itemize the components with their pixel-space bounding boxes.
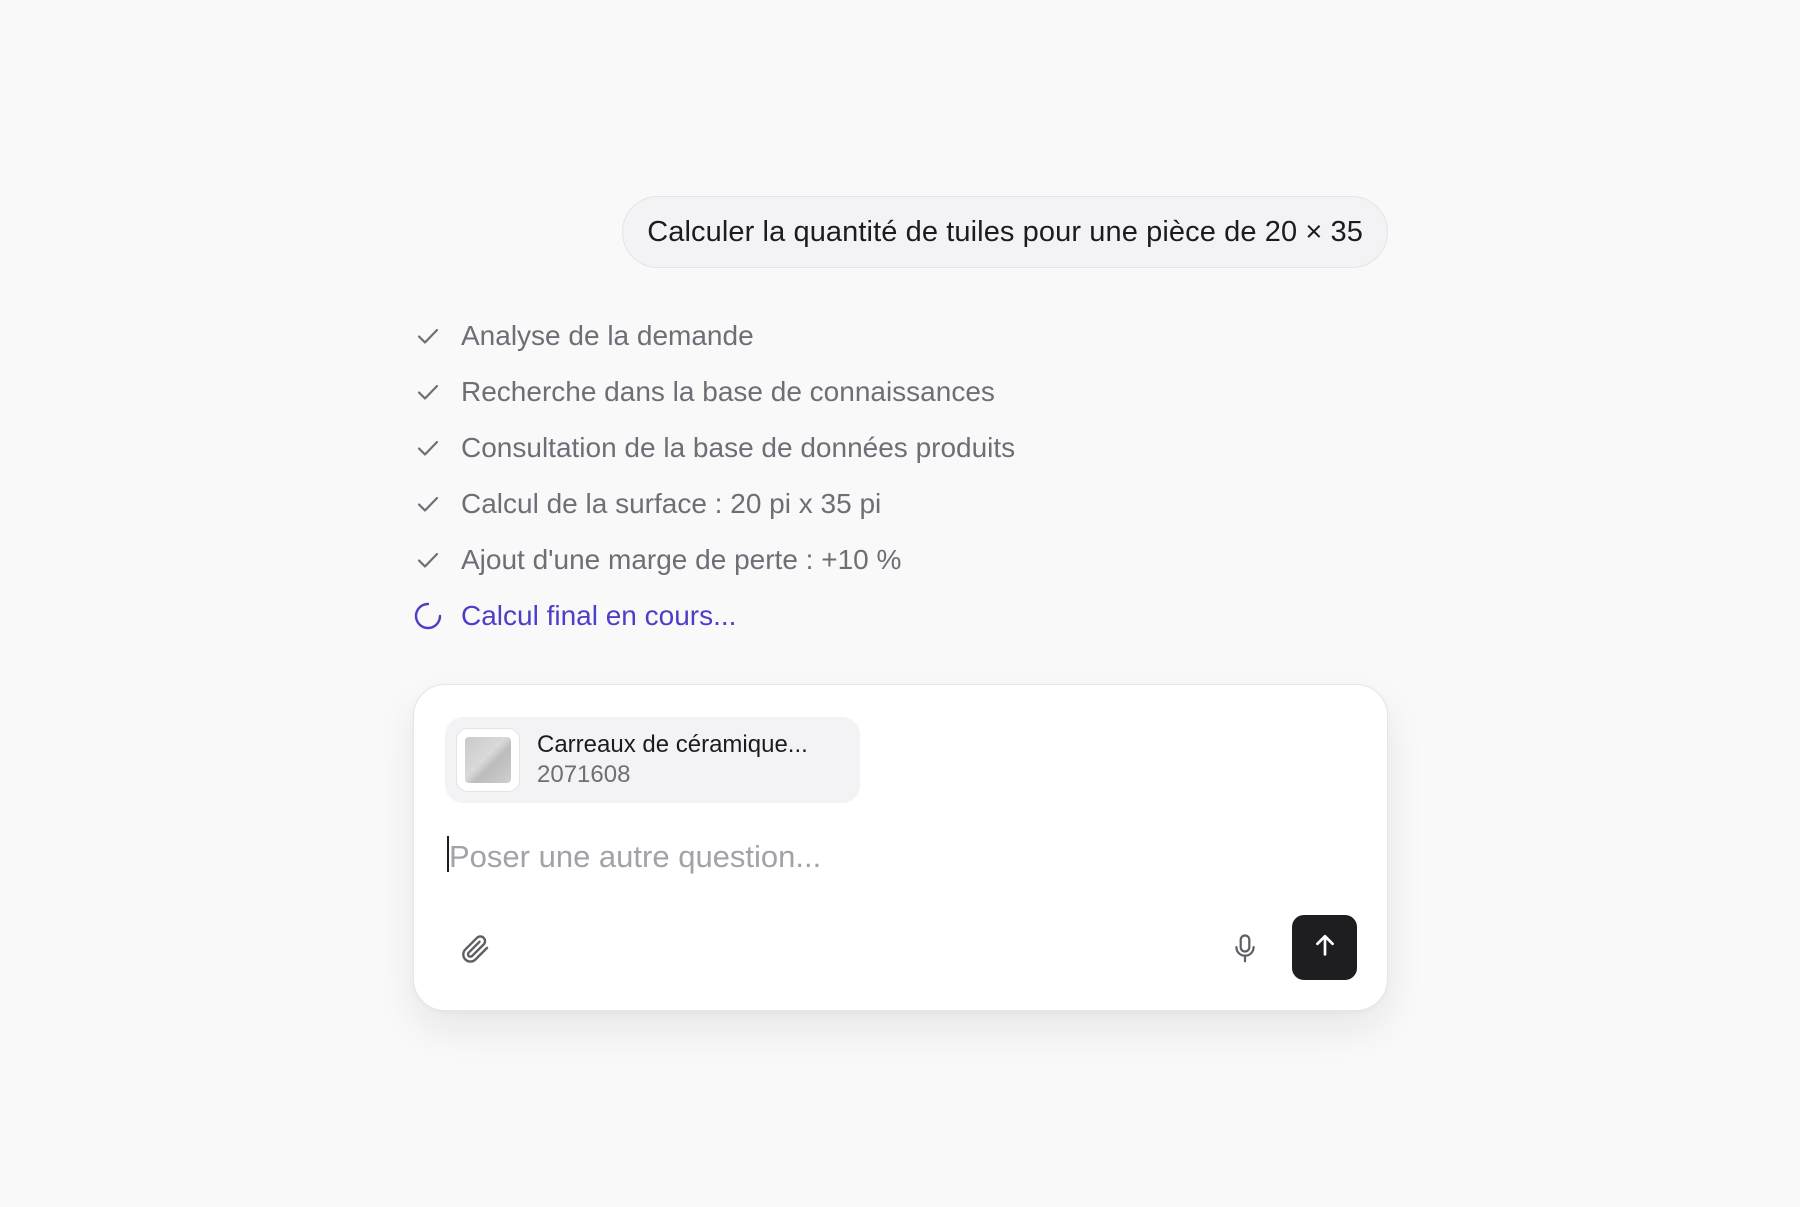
product-thumbnail: [456, 728, 520, 792]
check-icon: [413, 321, 443, 351]
spinner-icon: [413, 601, 443, 631]
user-message-text: Calculer la quantité de tuiles pour une …: [647, 215, 1363, 248]
user-message-bubble: Calculer la quantité de tuiles pour une …: [622, 196, 1388, 268]
progress-steps: Analyse de la demande Recherche dans la …: [413, 308, 1388, 644]
step-item: Recherche dans la base de connaissances: [413, 364, 1388, 420]
step-item: Calcul de la surface : 20 pi x 35 pi: [413, 476, 1388, 532]
message-composer: Carreaux de céramique... 2071608: [413, 684, 1388, 1011]
microphone-button[interactable]: [1223, 929, 1267, 973]
paperclip-icon: [458, 932, 492, 971]
check-icon: [413, 433, 443, 463]
arrow-up-icon: [1311, 931, 1339, 964]
step-item-active: Calcul final en cours...: [413, 588, 1388, 644]
step-item: Consultation de la base de données produ…: [413, 420, 1388, 476]
step-label: Calcul final en cours...: [461, 600, 737, 631]
check-icon: [413, 377, 443, 407]
microphone-icon: [1230, 933, 1260, 970]
attach-button[interactable]: [453, 929, 497, 973]
step-item: Ajout d'une marge de perte : +10 %: [413, 532, 1388, 588]
step-label: Recherche dans la base de connaissances: [461, 376, 995, 407]
step-label: Consultation de la base de données produ…: [461, 432, 1016, 463]
attachment-sku: 2071608: [537, 761, 631, 788]
attachment-chip[interactable]: Carreaux de céramique... 2071608: [445, 717, 860, 803]
step-label: Calcul de la surface : 20 pi x 35 pi: [461, 488, 882, 519]
tile-image: [465, 737, 511, 783]
check-icon: [413, 489, 443, 519]
chat-thread: Calculer la quantité de tuiles pour une …: [413, 0, 1388, 1207]
step-label: Analyse de la demande: [461, 320, 754, 351]
question-input[interactable]: [447, 833, 1347, 881]
step-label: Ajout d'une marge de perte : +10 %: [461, 544, 902, 575]
attachment-title: Carreaux de céramique...: [537, 731, 808, 758]
send-button[interactable]: [1292, 915, 1357, 980]
attachment-details: Carreaux de céramique... 2071608: [537, 730, 808, 790]
text-caret: [447, 836, 449, 872]
step-item: Analyse de la demande: [413, 308, 1388, 364]
check-icon: [413, 545, 443, 575]
